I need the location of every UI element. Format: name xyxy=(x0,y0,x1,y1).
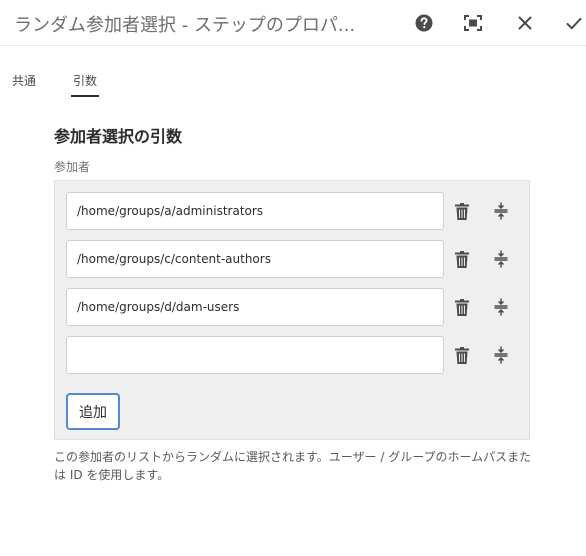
move-handle-icon xyxy=(494,250,508,268)
participant-row xyxy=(66,192,521,230)
participant-path-input[interactable] xyxy=(66,192,444,230)
move-handle-icon xyxy=(494,202,508,220)
reorder-handle[interactable] xyxy=(490,344,512,366)
help-text: この参加者のリストからランダムに選択されます。ユーザー / グループのホームパス… xyxy=(54,450,532,482)
fullscreen-icon xyxy=(464,15,482,31)
help-button[interactable] xyxy=(410,9,438,37)
tab-common[interactable]: 共通 xyxy=(12,72,36,89)
confirm-button[interactable] xyxy=(560,9,586,37)
delete-row-button[interactable] xyxy=(451,344,473,366)
participant-path-input[interactable] xyxy=(66,336,444,374)
trash-icon xyxy=(455,298,469,316)
close-icon xyxy=(518,16,532,30)
add-participant-button[interactable]: 追加 xyxy=(66,393,120,430)
step-properties-dialog: ランダム参加者選択 - ステップのプロパ... 共通 引数 参加者選択の引数 参… xyxy=(0,0,586,556)
move-handle-icon xyxy=(494,346,508,364)
delete-row-button[interactable] xyxy=(451,248,473,270)
tab-list: 共通 引数 xyxy=(0,46,586,102)
reorder-handle[interactable] xyxy=(490,248,512,270)
dialog-title: ランダム参加者選択 - ステップのプロパ... xyxy=(14,15,356,36)
close-button[interactable] xyxy=(511,9,539,37)
participants-multifield: 追加 xyxy=(54,180,530,440)
help-icon xyxy=(415,14,433,32)
reorder-handle[interactable] xyxy=(490,200,512,222)
participant-path-input[interactable] xyxy=(66,288,444,326)
dialog-header: ランダム参加者選択 - ステップのプロパ... xyxy=(0,0,586,46)
delete-row-button[interactable] xyxy=(451,296,473,318)
participant-row xyxy=(66,288,521,326)
move-handle-icon xyxy=(494,298,508,316)
reorder-handle[interactable] xyxy=(490,296,512,318)
section-title: 参加者選択の引数 xyxy=(54,127,183,146)
participant-path-input[interactable] xyxy=(66,240,444,278)
fullscreen-button[interactable] xyxy=(459,9,487,37)
trash-icon xyxy=(455,202,469,220)
trash-icon xyxy=(455,346,469,364)
checkmark-icon xyxy=(566,17,582,29)
participant-row xyxy=(66,240,521,278)
participants-label: 参加者 xyxy=(54,160,91,174)
tab-arguments[interactable]: 引数 xyxy=(70,72,100,97)
delete-row-button[interactable] xyxy=(451,200,473,222)
participant-row xyxy=(66,336,521,374)
trash-icon xyxy=(455,250,469,268)
